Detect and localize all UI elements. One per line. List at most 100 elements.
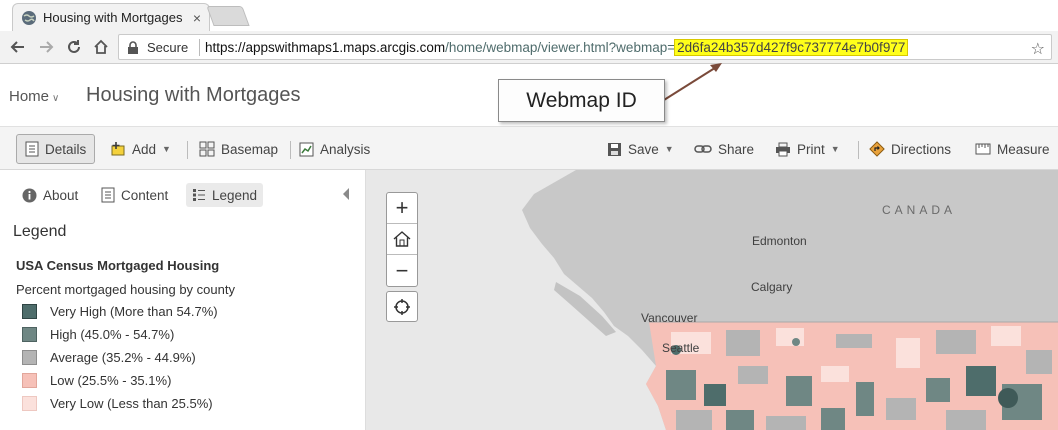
- locate-button[interactable]: [386, 291, 418, 322]
- tab-about[interactable]: About: [22, 183, 78, 207]
- share-label: Share: [718, 141, 755, 157]
- legend-item: Low (25.5% - 35.1%): [22, 371, 171, 389]
- browser-tab[interactable]: Housing with Mortgages ×: [12, 3, 210, 31]
- home-menu[interactable]: Home ∨: [9, 88, 59, 105]
- legend-swatch: [22, 349, 37, 365]
- details-icon: [25, 141, 39, 157]
- legend-swatch: [22, 326, 37, 342]
- map-label-vancouver: Vancouver: [641, 311, 698, 325]
- tab-about-label: About: [43, 187, 79, 203]
- reload-icon: [68, 40, 80, 53]
- share-link-icon: [694, 145, 712, 153]
- url-text[interactable]: https://appswithmaps1.maps.arcgis.com/ho…: [205, 39, 909, 56]
- webmap-id-callout: Webmap ID: [498, 79, 665, 122]
- caret-down-icon: ▼: [162, 144, 171, 154]
- address-divider: [199, 39, 200, 56]
- legend-item: Average (35.2% - 44.9%): [22, 348, 196, 366]
- zoom-out-button[interactable]: −: [387, 255, 417, 286]
- measure-button[interactable]: Measure: [975, 134, 1050, 164]
- toolbar-divider: [290, 141, 291, 159]
- directions-button[interactable]: Directions: [869, 134, 951, 164]
- print-button[interactable]: Print ▼: [775, 134, 840, 164]
- tab-content[interactable]: Content: [101, 183, 168, 207]
- locate-crosshair-icon: [394, 298, 410, 315]
- legend-item: High (45.0% - 54.7%): [22, 325, 174, 343]
- basemap-label: Basemap: [221, 141, 279, 157]
- map-label-calgary: Calgary: [751, 280, 793, 294]
- directions-icon: [869, 141, 885, 157]
- save-label: Save: [628, 141, 659, 157]
- tab-title: Housing with Mortgages: [43, 10, 183, 25]
- home-label: Home: [9, 88, 50, 105]
- legend-label: Very High (More than 54.7%): [50, 303, 218, 319]
- map-label-seattle: Seattle: [662, 341, 700, 355]
- tab-legend[interactable]: Legend: [186, 183, 264, 207]
- home-icon: [94, 39, 108, 54]
- legend-swatch: [22, 303, 37, 319]
- new-tab-button[interactable]: [206, 6, 250, 26]
- add-layer-icon: [111, 142, 125, 156]
- back-button[interactable]: [6, 36, 30, 58]
- legend-label: Average (35.2% - 44.9%): [50, 349, 196, 365]
- print-label: Print: [797, 141, 825, 157]
- measure-label: Measure: [997, 141, 1050, 157]
- save-button[interactable]: Save ▼: [607, 134, 674, 164]
- side-panel: About Content Legend Legend USA Census M…: [0, 170, 366, 430]
- lock-icon: [128, 41, 138, 54]
- legend-list-icon: [193, 189, 205, 201]
- toolbar-divider: [858, 141, 859, 159]
- info-icon: [22, 188, 37, 202]
- printer-icon: [776, 142, 790, 156]
- caret-down-icon: ▼: [830, 144, 840, 154]
- close-tab-icon[interactable]: ×: [193, 10, 201, 26]
- collapse-panel-icon[interactable]: [343, 188, 349, 200]
- forward-button[interactable]: [34, 36, 58, 58]
- browser-toolbar: Secure https://appswithmaps1.maps.arcgis…: [0, 31, 1058, 64]
- toolbar-divider: [187, 141, 188, 159]
- analysis-button[interactable]: Analysis: [299, 134, 370, 164]
- default-extent-button[interactable]: [387, 224, 417, 255]
- map-toolbar: Details Add ▼ Basemap Analysis Save ▼ Shar…: [0, 126, 1058, 170]
- legend-heading: Legend: [13, 223, 67, 240]
- home-extent-icon: [393, 231, 411, 247]
- field-title: Percent mortgaged housing by county: [16, 282, 235, 297]
- tab-legend-label: Legend: [212, 187, 258, 203]
- address-bar[interactable]: Secure https://appswithmaps1.maps.arcgis…: [118, 34, 1052, 60]
- home-button[interactable]: [89, 36, 113, 58]
- add-label: Add: [132, 141, 157, 157]
- measure-ruler-icon: [975, 143, 991, 155]
- analysis-label: Analysis: [320, 141, 371, 157]
- page-title: Housing with Mortgages: [86, 84, 301, 106]
- globe-icon: [22, 10, 36, 25]
- analysis-icon: [299, 142, 314, 156]
- content-document-icon: [101, 187, 115, 203]
- legend-swatch: [22, 395, 37, 411]
- map-view[interactable]: CANADA Edmonton Calgary Vancouver Seattl…: [366, 170, 1058, 430]
- url-host: https://appswithmaps1.maps.arcgis.com: [205, 40, 446, 55]
- caret-down-icon: ▼: [664, 144, 674, 154]
- basemap-grid-icon: [199, 141, 215, 157]
- bookmark-star-icon[interactable]: ☆: [1031, 39, 1045, 59]
- map-label-canada: CANADA: [882, 203, 957, 217]
- reload-button[interactable]: [62, 36, 86, 58]
- add-button[interactable]: Add ▼: [110, 134, 171, 164]
- map-label-edmonton: Edmonton: [752, 234, 807, 248]
- basemap-button[interactable]: Basemap: [199, 134, 278, 164]
- directions-label: Directions: [891, 141, 952, 157]
- tab-content-label: Content: [121, 187, 169, 203]
- browser-tab-strip: Housing with Mortgages ×: [0, 0, 1058, 31]
- share-button[interactable]: Share: [694, 134, 754, 164]
- legend-label: Low (25.5% - 35.1%): [50, 372, 172, 388]
- save-disk-icon: [608, 142, 621, 156]
- zoom-control: + −: [386, 192, 418, 287]
- details-button[interactable]: Details: [16, 134, 96, 164]
- legend-swatch: [22, 372, 37, 388]
- forward-arrow-icon: [40, 41, 54, 53]
- chevron-down-icon: ∨: [52, 93, 60, 104]
- legend-label: Very Low (Less than 25.5%): [50, 395, 213, 411]
- back-arrow-icon: [10, 41, 24, 53]
- legend-label: High (45.0% - 54.7%): [50, 326, 175, 342]
- zoom-in-button[interactable]: +: [387, 193, 417, 224]
- url-path: /home/webmap/viewer.html?webmap=: [445, 40, 676, 55]
- legend-item: Very Low (Less than 25.5%): [22, 394, 213, 412]
